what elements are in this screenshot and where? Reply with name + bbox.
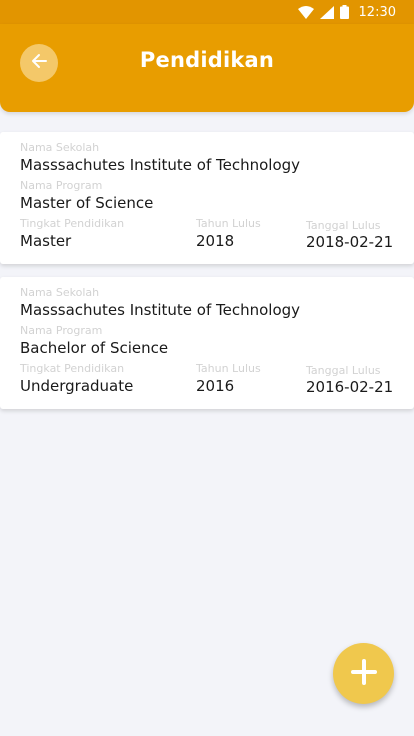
level-value: Master <box>20 232 72 250</box>
program-name: Master of Science <box>20 194 154 212</box>
date-label: Tanggal Lulus <box>306 219 381 232</box>
program-label: Nama Program <box>20 179 103 192</box>
date-value: 2018-02-21 <box>306 233 394 251</box>
date-label: Tanggal Lulus <box>306 364 381 377</box>
year-label: Tahun Lulus <box>196 217 261 230</box>
wifi-icon <box>297 5 314 19</box>
plus-icon <box>350 658 377 689</box>
add-education-button[interactable] <box>333 643 394 704</box>
school-label: Nama Sekolah <box>20 141 100 154</box>
status-time: 12:30 <box>358 4 396 20</box>
year-value: 2016 <box>196 377 235 395</box>
education-card[interactable]: Nama Sekolah Masssachutes Institute of T… <box>0 132 414 264</box>
school-label: Nama Sekolah <box>20 286 100 299</box>
program-label: Nama Program <box>20 324 103 337</box>
battery-icon <box>339 5 349 19</box>
program-name: Bachelor of Science <box>20 339 169 357</box>
school-name: Masssachutes Institute of Technology <box>20 301 301 319</box>
year-value: 2018 <box>196 232 235 250</box>
year-label: Tahun Lulus <box>196 362 261 375</box>
level-value: Undergraduate <box>20 377 134 395</box>
school-name: Masssachutes Institute of Technology <box>20 156 301 174</box>
date-value: 2016-02-21 <box>306 378 394 396</box>
status-bar: 12:30 <box>0 0 414 24</box>
signal-icon <box>319 5 334 19</box>
education-card[interactable]: Nama Sekolah Masssachutes Institute of T… <box>0 277 414 409</box>
level-label: Tingkat Pendidikan <box>20 217 125 230</box>
app-bar: Pendidikan <box>0 24 414 112</box>
level-label: Tingkat Pendidikan <box>20 362 125 375</box>
page-title: Pendidikan <box>139 48 275 72</box>
